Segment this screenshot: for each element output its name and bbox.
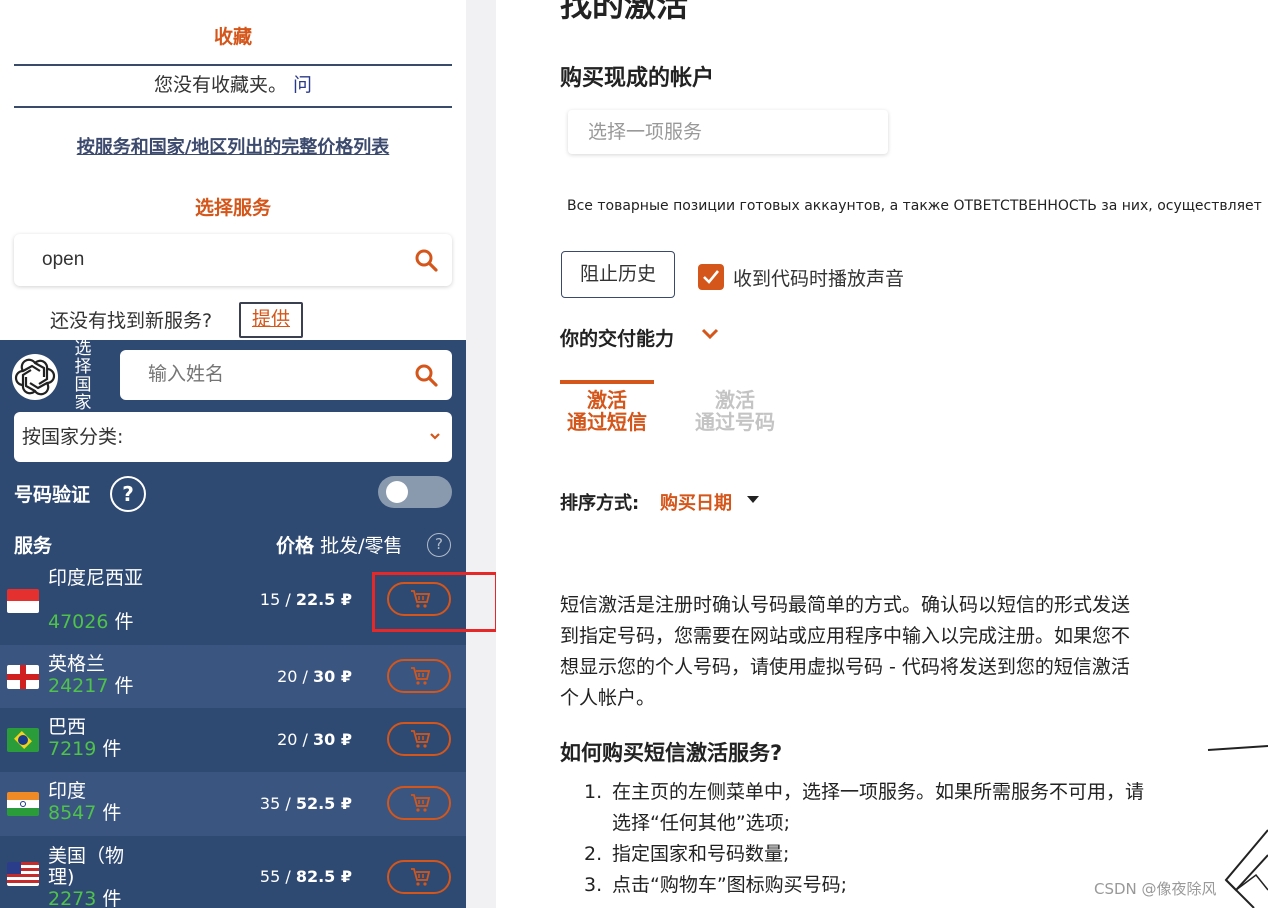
search-icon[interactable] bbox=[414, 248, 438, 272]
flag-brazil-icon bbox=[7, 728, 39, 752]
tab-sms-activation[interactable]: 激活 通过短信 bbox=[560, 389, 654, 433]
country-count: 8547 件 bbox=[48, 802, 122, 824]
service-select[interactable]: 选择一项服务 bbox=[568, 110, 888, 154]
cart-button[interactable] bbox=[387, 786, 451, 820]
delivery-capability-label[interactable]: 你的交付能力 bbox=[560, 324, 674, 351]
country-name-input[interactable] bbox=[148, 361, 398, 389]
main-content: 找的激活 购买现成的帐户 选择一项服务 Все товарные позиции… bbox=[496, 0, 1268, 908]
chevron-down-icon[interactable] bbox=[700, 327, 720, 341]
country-row[interactable]: 英格兰 24217 件 20 / 30 ₽ bbox=[0, 645, 466, 708]
checkmark-icon bbox=[703, 270, 720, 284]
buy-ready-accounts-title: 购买现成的帐户 bbox=[560, 66, 715, 91]
toggle-knob bbox=[386, 481, 408, 503]
country-count: 7219 件 bbox=[48, 738, 122, 760]
select-service-title: 选择服务 bbox=[194, 197, 271, 219]
cart-icon bbox=[411, 794, 431, 812]
select-country-label: 选择国家 bbox=[74, 339, 92, 413]
column-header-price: 价格 批发/零售 bbox=[276, 531, 402, 558]
page-title: 找的激活 bbox=[560, 0, 689, 24]
notice-text: Все товарные позиции готовых аккаунтов, … bbox=[567, 198, 1262, 214]
sound-checkbox[interactable] bbox=[698, 264, 724, 290]
service-search-input[interactable] bbox=[42, 246, 392, 274]
chevron-down-icon bbox=[430, 433, 440, 440]
country-count: 2273 件 bbox=[48, 888, 122, 908]
highlight-box bbox=[372, 572, 498, 632]
country-row[interactable]: 巴西 7219 件 20 / 30 ₽ bbox=[0, 708, 466, 772]
favorites-box: 您没有收藏夹。问 bbox=[14, 64, 452, 108]
block-history-button[interactable]: 阻止历史 bbox=[561, 251, 675, 298]
country-row[interactable]: 印度 8547 件 35 / 52.5 ₽ bbox=[0, 772, 466, 836]
sort-by-country-select[interactable]: 按国家分类: bbox=[14, 412, 452, 462]
price-help-icon[interactable]: ? bbox=[427, 533, 451, 557]
country-name: 巴西 bbox=[48, 716, 87, 738]
country-name: 印度 bbox=[48, 780, 87, 802]
sound-checkbox-label[interactable]: 收到代码时播放声音 bbox=[733, 264, 904, 291]
cart-button[interactable] bbox=[387, 722, 451, 756]
country-count: 24217 件 bbox=[48, 675, 134, 697]
list-item: 1. 在主页的左侧菜单中，选择一项服务。如果所需服务不可用，请选择“任何其他”选项… bbox=[584, 781, 1145, 834]
cart-icon bbox=[411, 730, 431, 748]
flag-usa-icon bbox=[7, 862, 39, 886]
country-search bbox=[120, 350, 452, 400]
caret-down-icon[interactable] bbox=[747, 496, 759, 503]
cart-button[interactable] bbox=[387, 860, 451, 894]
country-count: 47026 件 bbox=[48, 611, 134, 633]
list-item: 3. 点击“购物车”图标购买号码; bbox=[584, 874, 848, 896]
country-name: 美国（物理) bbox=[48, 845, 125, 888]
active-tab-indicator bbox=[560, 380, 654, 384]
price-sub-label: 批发/零售 bbox=[320, 535, 403, 557]
not-found-text: 还没有找到新服务? bbox=[50, 310, 213, 332]
country-price: 20 / 30 ₽ bbox=[277, 730, 352, 749]
country-row[interactable]: 美国（物理) 2273 件 55 / 82.5 ₽ bbox=[0, 836, 466, 908]
list-item: 2. 指定国家和号码数量; bbox=[584, 843, 790, 865]
favorites-title: 收藏 bbox=[213, 26, 252, 48]
column-header-service: 服务 bbox=[14, 535, 53, 557]
openai-logo-icon bbox=[12, 354, 58, 400]
sort-dropdown[interactable]: 购买日期 bbox=[660, 489, 732, 515]
howto-title: 如何购买短信激活服务? bbox=[560, 741, 783, 765]
country-price: 20 / 30 ₽ bbox=[277, 667, 352, 686]
favorites-empty-text: 您没有收藏夹。 bbox=[153, 74, 287, 96]
howto-steps: 1. 在主页的左侧菜单中，选择一项服务。如果所需服务不可用，请选择“任何其他”选项… bbox=[584, 777, 1144, 901]
country-name: 英格兰 bbox=[48, 653, 106, 675]
country-price: 55 / 82.5 ₽ bbox=[259, 867, 352, 886]
search-icon[interactable] bbox=[414, 363, 438, 387]
country-price: 35 / 52.5 ₽ bbox=[259, 794, 352, 813]
country-price: 15 / 22.5 ₽ bbox=[259, 590, 352, 609]
cart-icon bbox=[411, 667, 431, 685]
price-label: 价格 bbox=[276, 535, 315, 557]
flag-indonesia-icon bbox=[7, 589, 39, 613]
tab-number-activation[interactable]: 激活 通过号码 bbox=[687, 389, 783, 433]
sort-label: 排序方式: bbox=[560, 493, 640, 514]
flag-england-icon bbox=[7, 665, 39, 689]
full-price-list-link[interactable]: 按服务和国家/地区列出的完整价格列表 bbox=[0, 133, 466, 159]
sidebar: 收藏 您没有收藏夹。问 按服务和国家/地区列出的完整价格列表 选择服务 还没有找… bbox=[0, 0, 466, 908]
cart-icon bbox=[411, 868, 431, 886]
help-icon[interactable]: ? bbox=[110, 476, 146, 512]
sort-by-country-label: 按国家分类: bbox=[22, 426, 124, 448]
offer-service-button[interactable]: 提供 bbox=[239, 302, 303, 338]
number-verify-label: 号码验证 bbox=[14, 484, 91, 506]
cart-button[interactable] bbox=[387, 659, 451, 693]
description-text: 短信激活是注册时确认号码最简单的方式。确认码以短信的形式发送到指定号码，您需要在… bbox=[560, 594, 1131, 709]
service-search bbox=[14, 234, 452, 286]
favorites-help-link[interactable]: 问 bbox=[293, 74, 312, 96]
number-verify-toggle[interactable] bbox=[378, 476, 452, 508]
flag-india-icon bbox=[7, 792, 39, 816]
country-name: 印度尼西亚 bbox=[48, 567, 144, 589]
watermark: CSDN @像夜除风 bbox=[1094, 880, 1217, 898]
